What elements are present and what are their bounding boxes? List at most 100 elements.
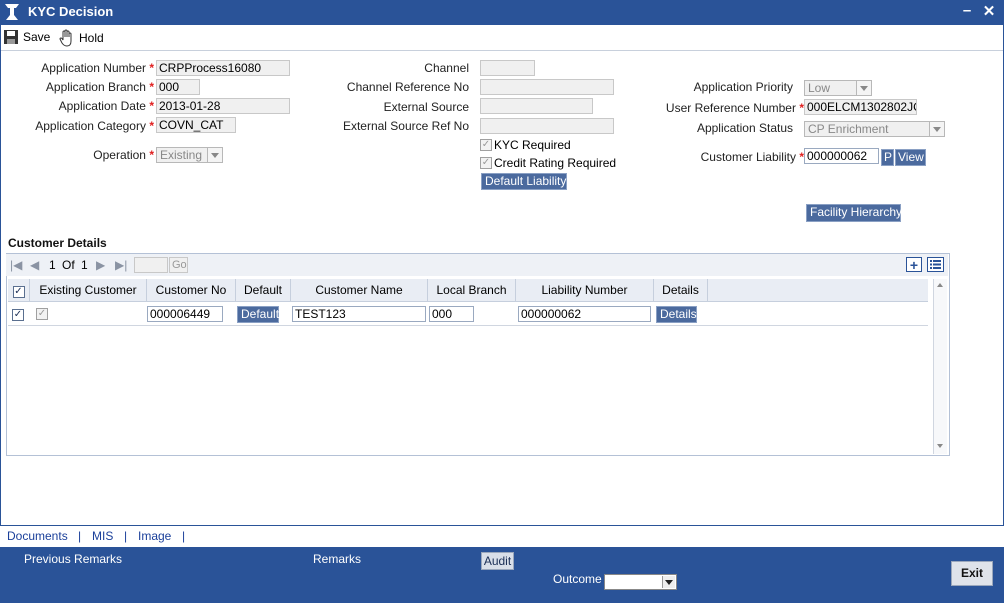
hand-icon <box>59 29 72 47</box>
external-source-field[interactable] <box>480 98 593 114</box>
link-separator: | <box>182 529 186 543</box>
total-pages: 1 <box>81 258 88 272</box>
application-category-field[interactable]: COVN_CAT <box>156 117 236 133</box>
col-default: Default <box>236 279 291 302</box>
details-button[interactable]: Details <box>656 306 697 323</box>
default-button[interactable]: Default <box>237 306 279 323</box>
minimize-icon[interactable]: – <box>958 2 976 19</box>
save-button[interactable]: Save <box>3 29 50 45</box>
channel-reference-no-label: Channel Reference No <box>346 80 469 94</box>
outcome-label: Outcome <box>553 572 602 586</box>
default-liability-button[interactable]: Default Liability <box>481 173 567 190</box>
kyc-required-check-icon: ✓ <box>480 139 492 151</box>
link-separator: | <box>78 529 82 543</box>
close-icon[interactable]: ✕ <box>980 2 998 20</box>
chevron-down-icon <box>856 81 871 95</box>
chevron-down-icon <box>207 148 222 162</box>
first-page-icon[interactable]: |◀ <box>10 258 22 272</box>
external-source-ref-no-label: External Source Ref No <box>342 119 469 133</box>
liability-number-field[interactable]: 000000062 <box>518 306 651 322</box>
table-row: ✓ ✓ 000006449 Default TEST123 000 000000… <box>8 303 928 326</box>
customer-name-field[interactable]: TEST123 <box>292 306 426 322</box>
select-all-cell: ✓ <box>8 279 30 302</box>
application-status-label: Application Status <box>696 121 793 135</box>
channel-field[interactable] <box>480 60 535 76</box>
grid-scrollbar[interactable] <box>933 279 947 454</box>
application-status-value: CP Enrichment <box>808 122 889 136</box>
customer-liability-label: Customer Liability * <box>700 150 804 164</box>
application-priority-label: Application Priority <box>693 80 793 94</box>
view-liability-button[interactable]: View <box>895 149 926 166</box>
channel-label: Channel <box>424 61 469 75</box>
customer-no-field[interactable]: 000006449 <box>147 306 223 322</box>
application-branch-field[interactable]: 000 <box>156 79 200 95</box>
app-logo-icon <box>5 4 19 20</box>
operation-label: Operation * <box>93 148 154 162</box>
next-page-icon[interactable]: ▶ <box>96 258 105 272</box>
bottom-links-bar: Documents | MIS | Image | <box>0 525 1004 547</box>
application-branch-label: Application Branch * <box>45 80 154 94</box>
outcome-select[interactable] <box>604 574 677 590</box>
application-date-field[interactable]: 2013-01-28 <box>156 98 290 114</box>
exit-button[interactable]: Exit <box>951 561 993 586</box>
external-source-ref-no-field[interactable] <box>480 118 614 134</box>
col-liability-number: Liability Number <box>516 279 654 302</box>
go-button[interactable]: Go <box>169 257 188 273</box>
remarks-label[interactable]: Remarks <box>313 552 361 566</box>
credit-rating-check-icon: ✓ <box>480 157 492 169</box>
kyc-required-label: KYC Required <box>494 138 571 152</box>
chevron-down-icon <box>929 122 944 136</box>
grid-header-row: ✓ Existing Customer Customer No Default … <box>8 279 928 302</box>
application-status-select[interactable]: CP Enrichment <box>804 121 945 137</box>
application-date-label: Application Date * <box>58 99 154 113</box>
liability-lookup-button[interactable]: P <box>881 149 894 166</box>
col-details: Details <box>654 279 708 302</box>
save-label: Save <box>23 30 51 44</box>
credit-rating-required-label: Credit Rating Required <box>494 156 617 170</box>
customer-liability-field[interactable]: 000000062 <box>804 148 879 164</box>
toolbar: Save Hold <box>0 27 1004 49</box>
image-link[interactable]: Image <box>138 529 171 543</box>
grid-pager: |◀ ◀ 1 Of 1 ▶ ▶| Go + <box>6 254 948 276</box>
last-page-icon[interactable]: ▶| <box>115 258 127 272</box>
application-priority-select[interactable]: Low <box>804 80 872 96</box>
mis-link[interactable]: MIS <box>92 529 113 543</box>
application-category-label: Application Category * <box>35 119 154 133</box>
list-view-icon[interactable] <box>927 257 944 272</box>
current-page: 1 <box>49 258 56 272</box>
user-reference-number-field[interactable]: 000ELCM1302802JG <box>804 99 917 115</box>
operation-value: Existing <box>160 148 203 162</box>
application-priority-value: Low <box>808 81 831 95</box>
local-branch-field[interactable]: 000 <box>429 306 474 322</box>
select-all-checkbox[interactable]: ✓ <box>12 286 25 298</box>
link-separator: | <box>124 529 128 543</box>
channel-reference-no-field[interactable] <box>480 79 614 95</box>
save-icon <box>4 30 18 44</box>
credit-rating-required-checkbox[interactable]: ✓ Credit Rating Required <box>480 156 616 170</box>
application-number-field[interactable]: CRPProcess16080 <box>156 60 290 76</box>
col-customer-no: Customer No <box>147 279 236 302</box>
kyc-required-checkbox[interactable]: ✓ KYC Required <box>480 138 571 152</box>
window-titlebar: KYC Decision – ✕ <box>0 0 1004 24</box>
existing-customer-checkbox[interactable]: ✓ <box>36 308 48 320</box>
facility-hierarchy-button[interactable]: Facility Hierarchy <box>806 204 902 222</box>
customer-details-title: Customer Details <box>8 236 107 250</box>
toolbar-divider <box>1 50 1003 51</box>
add-row-icon[interactable]: + <box>906 257 922 272</box>
previous-remarks-label[interactable]: Previous Remarks <box>24 552 122 566</box>
documents-link[interactable]: Documents <box>7 529 68 543</box>
operation-select[interactable]: Existing <box>156 147 223 163</box>
col-existing-customer: Existing Customer <box>30 279 147 302</box>
audit-button[interactable]: Audit <box>481 552 514 570</box>
col-customer-name: Customer Name <box>291 279 428 302</box>
scroll-down-icon[interactable] <box>937 444 943 448</box>
application-number-label: Application Number * <box>41 61 154 75</box>
hold-button[interactable]: Hold <box>59 29 104 47</box>
chevron-down-icon <box>662 576 675 588</box>
previous-page-icon[interactable]: ◀ <box>30 258 39 272</box>
page-number-input[interactable] <box>134 257 168 273</box>
page-of-label: Of <box>62 258 75 272</box>
scroll-up-icon[interactable] <box>937 283 943 287</box>
row-select-checkbox[interactable]: ✓ <box>12 309 24 321</box>
col-local-branch: Local Branch <box>428 279 516 302</box>
